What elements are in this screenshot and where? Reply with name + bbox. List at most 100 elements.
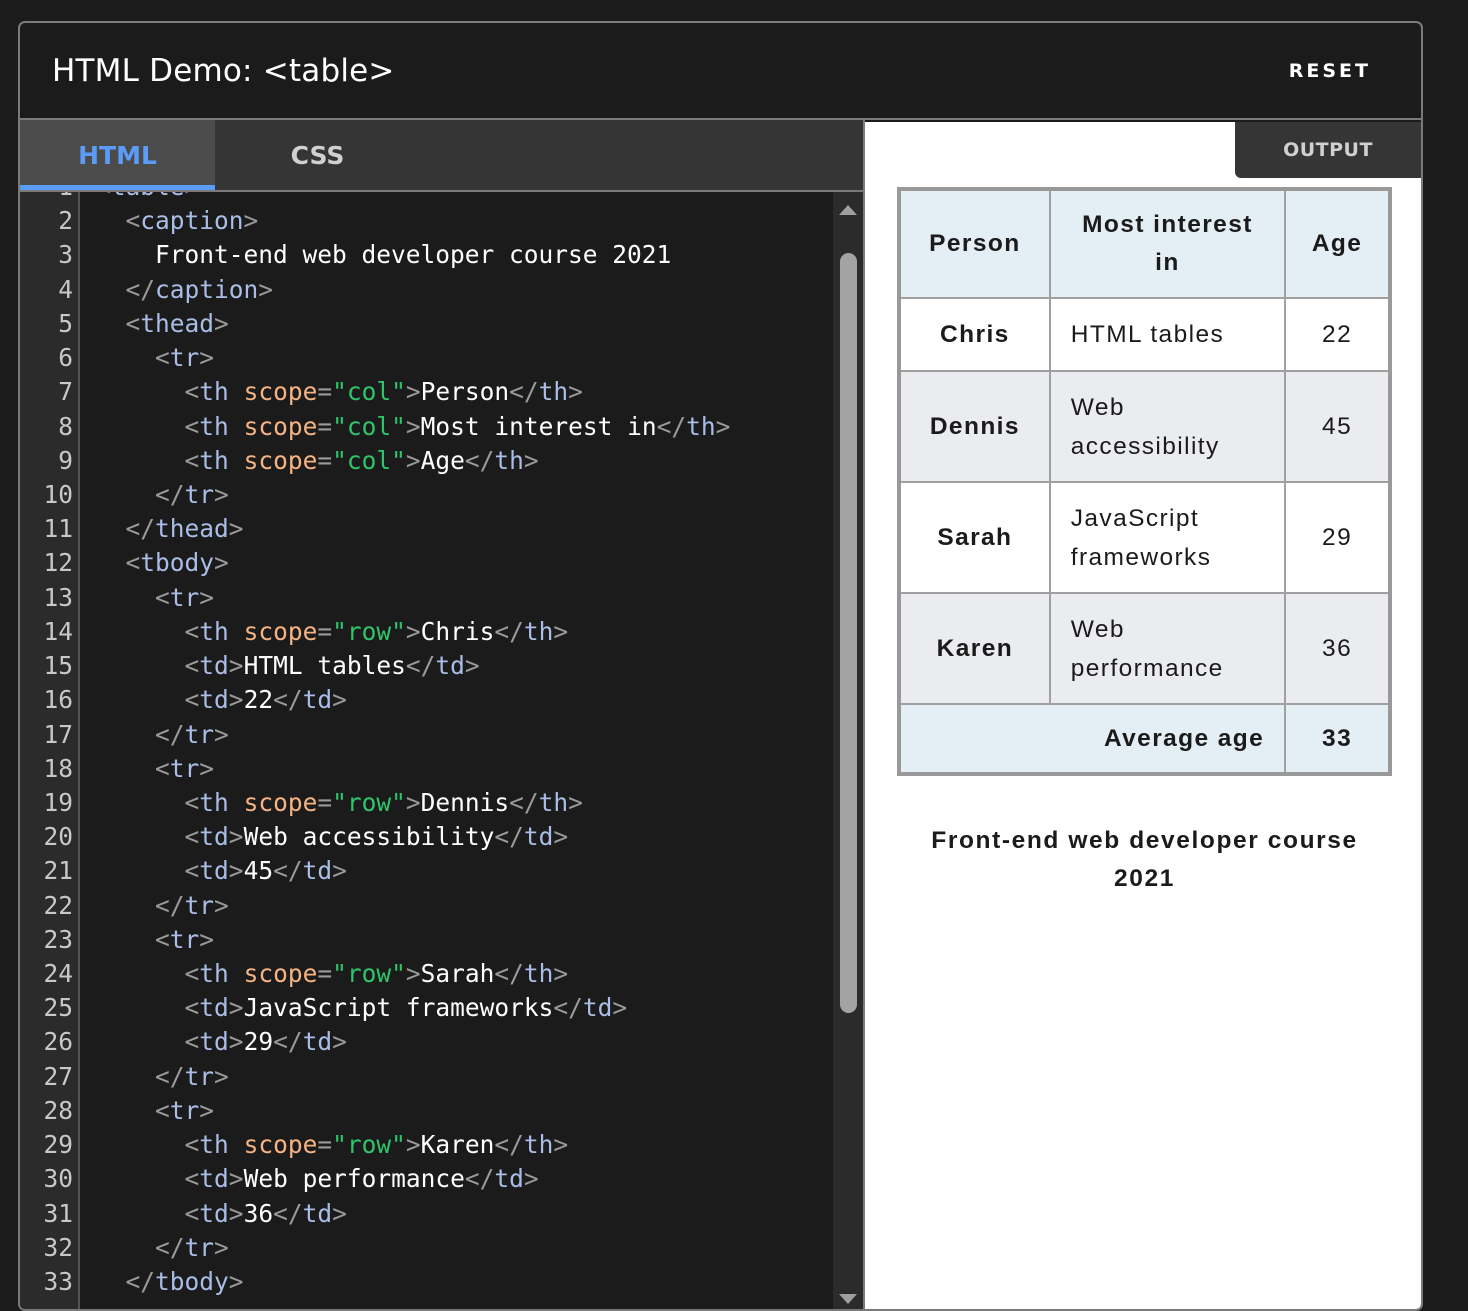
reset-button[interactable]: RESET — [1289, 60, 1371, 82]
code-line[interactable]: 8 <th scope="col">Most interest in</th> — [20, 410, 833, 444]
punctuation-token: </ — [273, 1198, 303, 1228]
code-line[interactable]: 17 </tr> — [20, 718, 833, 752]
punctuation-token: < — [184, 377, 200, 407]
code-line[interactable]: 3 Front-end web developer course 2021 — [20, 238, 833, 272]
footer-label: Average age — [897, 703, 1287, 775]
code-line[interactable]: 29 <th scope="row">Karen</th> — [20, 1128, 833, 1162]
footer-value: 33 — [1284, 703, 1391, 775]
tag-token: th — [494, 445, 524, 475]
code-line[interactable]: 6 <tr> — [20, 341, 833, 375]
editor-scrollbar[interactable] — [833, 192, 863, 1309]
punctuation-token: > — [185, 192, 200, 201]
code-line[interactable]: 9 <th scope="col">Age</th> — [20, 444, 833, 478]
code-lines[interactable]: 1<table>2 <caption>3 Front-end web devel… — [20, 192, 833, 1299]
tab-css[interactable]: CSS — [215, 120, 420, 190]
punctuation-token: > — [405, 787, 421, 817]
punctuation-token: > — [553, 822, 569, 852]
code-line[interactable]: 15 <td>HTML tables</td> — [20, 649, 833, 683]
code-line[interactable]: 10 </tr> — [20, 478, 833, 512]
code-text: <td>22</td> — [96, 683, 347, 717]
code-line[interactable]: 24 <th scope="row">Sarah</th> — [20, 957, 833, 991]
code-line[interactable]: 11 </thead> — [20, 512, 833, 546]
tag-token: th — [199, 445, 229, 475]
line-number: 14 — [43, 616, 73, 646]
text-token: Web accessibility — [243, 822, 495, 852]
punctuation-token: < — [184, 1130, 200, 1160]
tab-output[interactable]: OUTPUT — [1235, 122, 1421, 178]
punctuation-token: </ — [273, 685, 303, 715]
punctuation-token: </ — [464, 1164, 495, 1194]
code-line[interactable]: 1 <table> — [20, 192, 833, 204]
punctuation-token: > — [228, 1027, 244, 1057]
code-line[interactable]: 20 <td>Web accessibility</td> — [20, 820, 833, 854]
code-line[interactable]: 14 <th scope="row">Chris</th> — [20, 615, 833, 649]
code-text: <td>36</td> — [96, 1197, 347, 1231]
punctuation-token: > — [405, 445, 421, 475]
tag-token: tr — [184, 479, 215, 509]
text-token: Age — [420, 445, 465, 475]
code-line[interactable]: 21 <td>45</td> — [20, 854, 833, 888]
code-line[interactable]: 19 <th scope="row">Dennis</th> — [20, 786, 833, 820]
punctuation-token: > — [228, 514, 244, 544]
code-line[interactable]: 23 <tr> — [20, 923, 833, 957]
punctuation-token: </ — [494, 959, 524, 989]
code-line[interactable]: 32 </tr> — [20, 1231, 833, 1265]
text-token: Front-end web developer course 2021 — [96, 240, 672, 270]
code-line[interactable]: 25 <td>JavaScript frameworks</td> — [20, 991, 833, 1025]
tab-html[interactable]: HTML — [20, 120, 215, 190]
tag-token: th — [523, 1130, 554, 1160]
code-line[interactable]: 27 </tr> — [20, 1060, 833, 1094]
punctuation-token: > — [258, 274, 274, 304]
code-line[interactable]: 2 <caption> — [20, 204, 833, 238]
code-line[interactable]: 33 </tbody> — [20, 1265, 833, 1299]
code-editor[interactable]: 1<table>2 <caption>3 Front-end web devel… — [20, 192, 863, 1309]
code-text: <th scope="row">Chris</th> — [96, 615, 569, 649]
code-line[interactable]: 4 </caption> — [20, 273, 833, 307]
code-line[interactable]: 12 <tbody> — [20, 546, 833, 580]
demo-title: HTML Demo: <table> — [52, 53, 395, 89]
code-line[interactable]: 18 <tr> — [20, 752, 833, 786]
text-token: Most interest in — [420, 411, 657, 441]
code-line[interactable]: 13 <tr> — [20, 581, 833, 615]
tag-token: td — [199, 856, 229, 886]
code-text: </tr> — [96, 1060, 229, 1094]
code-line[interactable]: 5 <thead> — [20, 307, 833, 341]
line-number: 30 — [43, 1164, 73, 1194]
code-line[interactable]: 28 <tr> — [20, 1094, 833, 1128]
code-line[interactable]: 31 <td>36</td> — [20, 1197, 833, 1231]
punctuation-token: < — [184, 856, 200, 886]
tag-token: thead — [155, 514, 229, 544]
tag-token: td — [582, 993, 613, 1023]
code-text: <tr> — [96, 923, 214, 957]
row-age: 36 — [1284, 592, 1391, 705]
code-line[interactable]: 30 <td>Web performance</td> — [20, 1162, 833, 1196]
scrollbar-thumb[interactable] — [840, 253, 857, 1013]
string-token: "row" — [332, 1130, 406, 1160]
code-text: <td>HTML tables</td> — [96, 649, 480, 683]
code-line[interactable]: 16 <td>22</td> — [20, 683, 833, 717]
tag-token: tr — [184, 1061, 215, 1091]
code-text: <tr> — [96, 752, 214, 786]
code-line[interactable]: 7 <th scope="col">Person</th> — [20, 375, 833, 409]
code-line[interactable]: 22 </tr> — [20, 889, 833, 923]
attribute-token: scope — [243, 411, 318, 441]
tag-token: th — [686, 411, 716, 441]
punctuation-token: < — [184, 616, 200, 646]
tag-token: td — [199, 1164, 229, 1194]
punctuation-token: > — [214, 548, 229, 578]
tag-token: td — [199, 1198, 229, 1228]
punctuation-token: > — [405, 377, 421, 407]
punctuation-token: > — [405, 411, 421, 441]
scroll-up-arrow-icon[interactable] — [839, 205, 857, 215]
line-number: 31 — [43, 1198, 73, 1228]
code-line[interactable]: 26 <td>29</td> — [20, 1025, 833, 1059]
punctuation-token: < — [125, 206, 141, 236]
line-number: 11 — [43, 514, 73, 544]
scroll-down-arrow-icon[interactable] — [839, 1294, 857, 1304]
